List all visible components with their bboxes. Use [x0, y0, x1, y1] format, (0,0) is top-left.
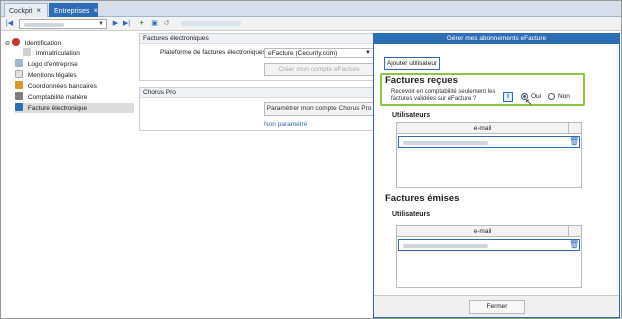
email-column-header: e-mail	[397, 123, 569, 134]
tree-item-label: Immatriculation	[35, 50, 80, 57]
tree-item-comptabilite[interactable]: Comptabilité matière	[15, 92, 87, 102]
save-icon[interactable]: ▣	[150, 19, 159, 29]
document-icon	[23, 48, 31, 56]
tree-item-label: Coordonnées bancaires	[27, 83, 97, 90]
tab-entreprises-label: Entreprises	[54, 8, 90, 15]
close-icon[interactable]: ×	[36, 6, 41, 15]
next-record-icon[interactable]: ▶	[111, 19, 120, 29]
factures-electroniques-group: Factures électroniques Plateforme de fac…	[139, 33, 375, 81]
ledger-icon	[15, 92, 23, 100]
received-invoices-heading: Factures reçues	[385, 75, 458, 86]
close-icon[interactable]: ×	[93, 6, 98, 15]
tree-item-label: Comptabilité matière	[27, 94, 88, 101]
radio-non[interactable]	[548, 93, 555, 100]
first-record-icon[interactable]: |◀	[5, 19, 14, 29]
tab-cockpit[interactable]: Cockpit ×	[4, 3, 48, 17]
undo-icon[interactable]: ↺	[162, 19, 171, 29]
tree-item-mentions[interactable]: Mentions légales	[15, 70, 77, 80]
tree-item-facture-electronique[interactable]: Facture électronique	[15, 103, 134, 113]
configure-chorus-button[interactable]: Paramétrer mon compte Chorus Pro	[264, 102, 374, 116]
tab-strip: Cockpit × Entreprises ×	[1, 1, 621, 17]
table-header: e-mail	[397, 226, 581, 237]
plateforme-select[interactable]: eFacture (Cecurity.com) ▼	[264, 48, 374, 58]
create-efacture-account-button[interactable]: Créer mon compte eFacture	[264, 63, 374, 76]
email-value	[403, 244, 488, 248]
table-row[interactable]: 🗑	[398, 136, 580, 148]
tab-cockpit-label: Cockpit	[9, 8, 33, 15]
plateforme-label: Plateforme de factures électroniques	[160, 49, 266, 56]
image-icon	[15, 59, 23, 67]
navigation-tree: ⊖ Identification Immatriculation Logo d'…	[1, 32, 135, 318]
record-selector[interactable]: ▼	[19, 19, 107, 29]
receive-question: Recevoir en comptabilité seulement les f…	[391, 89, 496, 102]
tree-item-coordonnees[interactable]: Coordonnées bancaires	[15, 81, 97, 91]
tree-item-logo[interactable]: Logo d'entreprise	[15, 59, 78, 69]
group-title: Chorus Pro	[140, 88, 374, 98]
last-record-icon[interactable]: ▶|	[122, 19, 131, 29]
tab-entreprises[interactable]: Entreprises ×	[49, 3, 98, 17]
received-users-table: e-mail 🗑	[396, 122, 582, 188]
tree-item-label: Logo d'entreprise	[27, 61, 78, 68]
document-icon	[15, 70, 23, 78]
chevron-down-icon[interactable]: ▼	[365, 49, 371, 58]
tree-item-label: Mentions légales	[27, 72, 77, 79]
chorus-pro-group: Chorus Pro Paramétrer mon compte Chorus …	[139, 87, 375, 131]
trash-icon[interactable]: 🗑	[569, 138, 579, 146]
dialog-title: Gérer mes abonnements eFacture	[374, 34, 619, 44]
sent-users-heading: Utilisateurs	[392, 211, 431, 218]
sent-users-table: e-mail 🗑	[396, 225, 582, 288]
trash-icon[interactable]: 🗑	[569, 241, 579, 249]
close-button[interactable]: Fermer	[469, 300, 525, 314]
chevron-down-icon[interactable]: ▼	[98, 20, 104, 29]
record-selector-value	[24, 23, 64, 27]
tree-item-immatriculation[interactable]: Immatriculation	[23, 48, 80, 58]
chorus-status-link[interactable]: Non paramétré	[264, 121, 307, 128]
person-icon	[11, 38, 20, 46]
tree-item-label: Identification	[24, 40, 62, 47]
tree-item-label: Facture électronique	[27, 105, 88, 112]
dialog-footer: Fermer	[374, 295, 619, 317]
info-icon[interactable]: i	[503, 92, 513, 102]
email-column-header: e-mail	[397, 226, 569, 237]
add-user-button[interactable]: Ajouter utilisateur	[384, 57, 440, 70]
toolbar: |◀ ▼ ▶ ▶| + ▣ ↺	[1, 17, 621, 31]
email-value	[403, 141, 488, 145]
bank-icon	[15, 81, 23, 89]
invoice-icon	[15, 103, 23, 111]
plateforme-value: eFacture (Cecurity.com)	[268, 50, 338, 57]
received-users-heading: Utilisateurs	[392, 112, 431, 119]
tree-item-identification[interactable]: ⊖ Identification	[5, 38, 61, 48]
efacture-subscriptions-dialog: Gérer mes abonnements eFacture Ajouter u…	[373, 33, 620, 318]
radio-non-label: Non	[558, 93, 570, 100]
mouse-cursor-icon: ↖	[525, 97, 533, 107]
group-title: Factures électroniques	[140, 34, 374, 44]
sent-invoices-heading: Factures émises	[385, 193, 460, 204]
expand-icon[interactable]: ⊖	[5, 41, 10, 47]
table-header: e-mail	[397, 123, 581, 134]
record-title	[181, 21, 241, 26]
add-icon[interactable]: +	[137, 19, 146, 29]
table-row[interactable]: 🗑	[398, 239, 580, 251]
